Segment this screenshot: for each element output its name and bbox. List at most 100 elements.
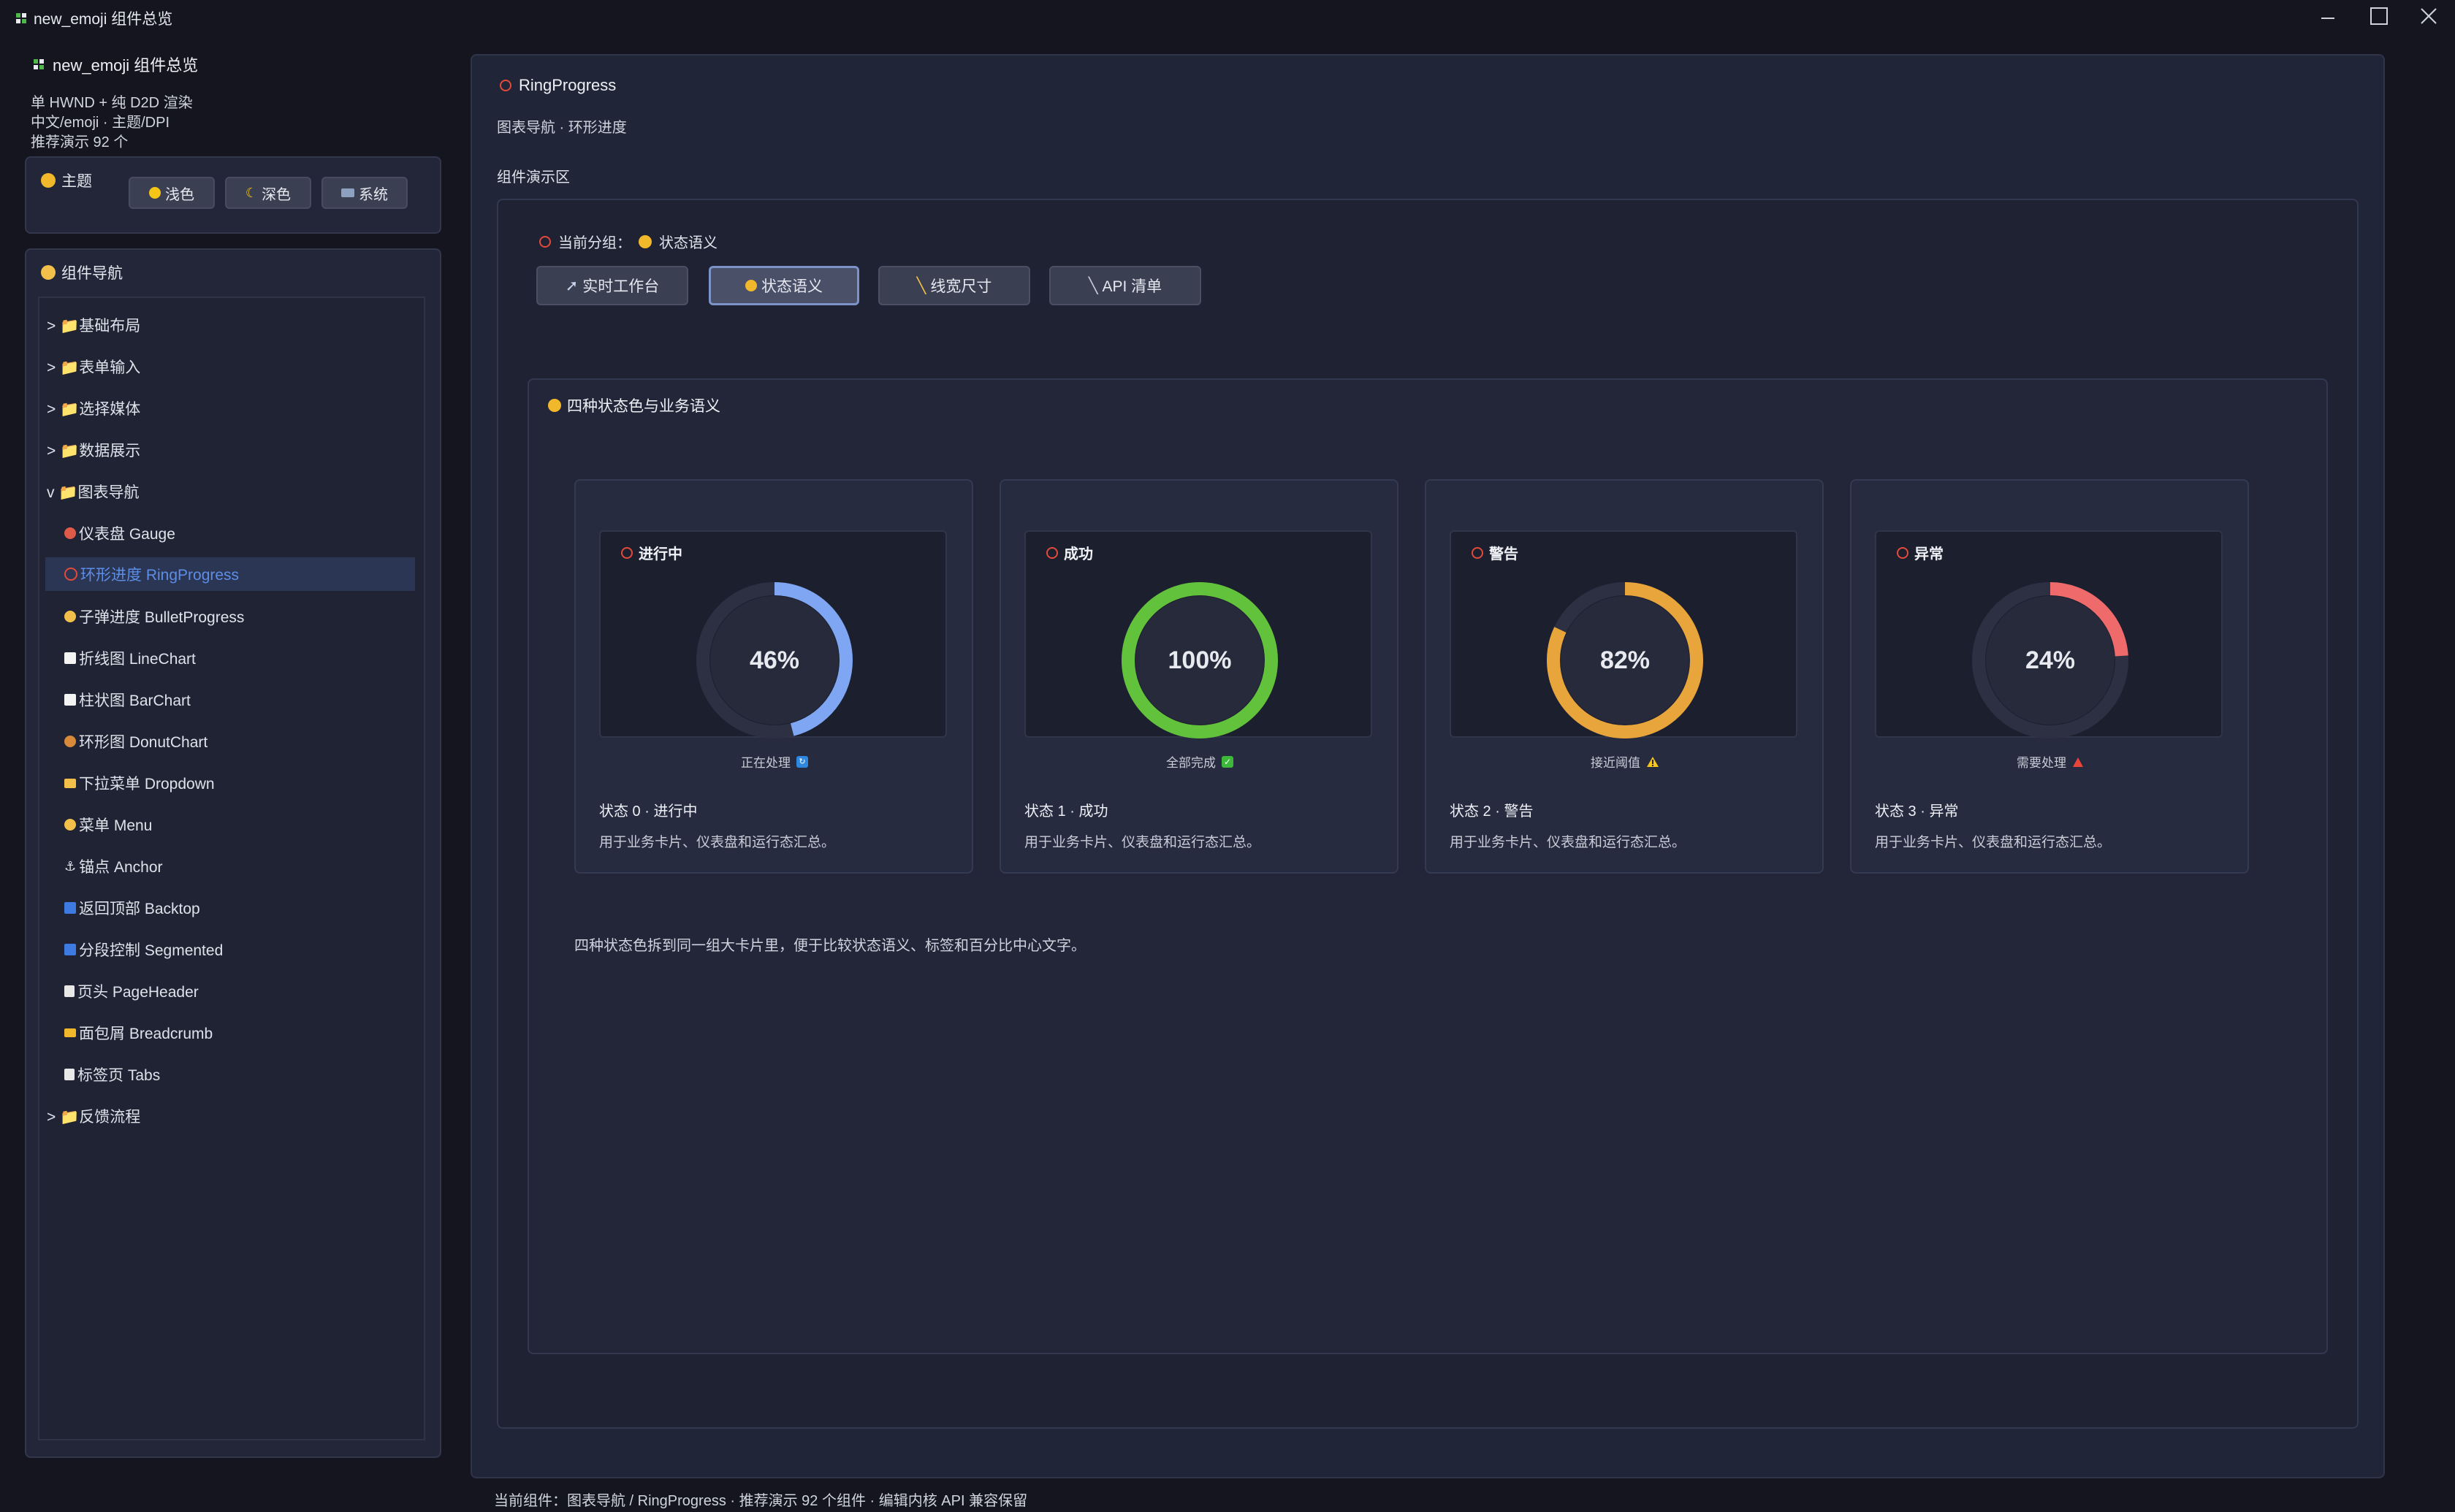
anchor-icon: ⚓ — [64, 858, 77, 874]
nav-item-gauge[interactable]: 仪表盘 Gauge — [64, 516, 175, 550]
ring-value: 100% — [1168, 646, 1232, 674]
status-card-progress: 进行中 46% 正在处理 ↻ 状态 0 · 进行中 用于业务卡片、仪表盘和运行态… — [574, 479, 973, 874]
tab-line-width[interactable]: ╲ 线宽尺寸 — [878, 266, 1030, 305]
nav-group-basic-layout[interactable]: > 📁基础布局 — [47, 308, 140, 342]
palette-icon — [548, 399, 561, 412]
nav-item-segmented[interactable]: 分段控制 Segmented — [64, 933, 223, 966]
minimize-button[interactable] — [2306, 3, 2350, 29]
theme-system-button[interactable]: 系统 — [321, 177, 408, 209]
nav-item-linechart[interactable]: 折线图 LineChart — [64, 641, 196, 675]
card-head-text: 成功 — [1064, 546, 1093, 562]
palette-icon — [41, 173, 56, 188]
compass-icon — [41, 265, 56, 280]
nav-group-feedback[interactable]: > 📁反馈流程 — [47, 1099, 140, 1133]
bread-icon — [64, 1028, 76, 1037]
nav-item-backtop[interactable]: 返回顶部 Backtop — [64, 891, 200, 925]
page-title-text: RingProgress — [519, 76, 617, 94]
state-panel-title: 四种状态色与业务语义 — [548, 394, 720, 416]
tab-live-workbench[interactable]: ➚ 实时工作台 — [536, 266, 688, 305]
line-chart-icon — [64, 652, 76, 664]
donut-icon — [64, 736, 76, 747]
close-button[interactable] — [2407, 3, 2451, 29]
laptop-icon — [341, 188, 354, 197]
card-desc: 用于业务卡片、仪表盘和运行态汇总。 — [1024, 835, 1261, 850]
card-desc: 用于业务卡片、仪表盘和运行态汇总。 — [599, 835, 836, 850]
tab-api-list[interactable]: ╲ API 清单 — [1049, 266, 1201, 305]
page-icon — [64, 985, 75, 997]
card-title: 状态 0 · 进行中 — [599, 803, 698, 820]
nav-label: > 📁选择媒体 — [47, 401, 141, 418]
rocket-icon: ➚ — [565, 277, 579, 294]
card-head: 异常 — [1897, 542, 1944, 563]
nav-item-breadcrumb[interactable]: 面包屑 Breadcrumb — [64, 1016, 213, 1050]
theme-label: 主题 — [41, 169, 92, 191]
nav-title: 组件导航 — [41, 261, 123, 283]
nav-label: v 📁图表导航 — [47, 484, 140, 501]
theme-dark-button[interactable]: ☾ 深色 — [225, 177, 311, 209]
ring-value: 82% — [1599, 646, 1651, 674]
ring-icon — [539, 235, 551, 248]
info-line: 单 HWND + 纯 D2D 渲染 — [31, 95, 193, 111]
ring-caption-text: 接近阈值 — [1591, 756, 1640, 770]
nav-item-barchart[interactable]: 柱状图 BarChart — [64, 683, 191, 717]
nav-label: 环形进度 RingProgress — [80, 567, 240, 584]
tab-state-semantics[interactable]: 状态语义 — [709, 266, 859, 305]
nav-group-selection-media[interactable]: > 📁选择媒体 — [47, 392, 140, 425]
sun-icon — [149, 187, 161, 199]
nav-group-chart-nav[interactable]: v 📁图表导航 — [47, 475, 139, 508]
status-footer: 当前组件：图表导航 / RingProgress · 推荐演示 92 个组件 ·… — [494, 1493, 1028, 1509]
ring-icon — [1472, 546, 1483, 559]
card-title: 状态 2 · 警告 — [1450, 803, 1534, 820]
nav-label: > 📁表单输入 — [47, 359, 141, 376]
ring-caption: 需要处理 — [1876, 752, 2224, 771]
group-label: 当前分组： 状态语义 — [539, 231, 718, 252]
ring-icon — [500, 80, 511, 91]
nav-item-dropdown[interactable]: 下拉菜单 Dropdown — [64, 766, 215, 800]
ring-caption: 正在处理 ↻ — [601, 752, 948, 771]
nav-label: > 📁数据展示 — [47, 443, 141, 459]
group-value: 状态语义 — [659, 235, 718, 251]
card-head: 成功 — [1046, 542, 1093, 563]
theme-dark-label: 深色 — [262, 186, 292, 203]
bar-chart-icon — [64, 694, 76, 706]
nav-item-anchor[interactable]: ⚓ 锚点 Anchor — [64, 849, 163, 883]
status-card-error: 异常 24% 需要处理 状态 3 · 异常 用于业务卡片、仪表盘和运行态汇总。 — [1850, 479, 2249, 874]
nav-label: 菜单 Menu — [79, 817, 153, 834]
status-card-success: 成功 100% 全部完成 ✓ 状态 1 · 成功 用于业务卡片、仪表盘和运行态汇… — [1000, 479, 1398, 874]
ring-icon — [1046, 546, 1058, 559]
ring-icon — [621, 546, 633, 559]
nav-item-menu[interactable]: 菜单 Menu — [64, 808, 152, 841]
shuffle-icon — [64, 944, 76, 955]
card-head-text: 异常 — [1914, 546, 1944, 562]
ring-icon — [64, 568, 77, 581]
warning-icon — [1647, 756, 1659, 767]
nav-item-donutchart[interactable]: 环形图 DonutChart — [64, 725, 208, 758]
wrench-icon: ╲ — [1088, 277, 1098, 294]
info-line: 推荐演示 92 个 — [31, 134, 129, 150]
card-head-text: 进行中 — [639, 546, 682, 562]
nav-group-data-display[interactable]: > 📁数据展示 — [47, 433, 140, 467]
theme-label-text: 主题 — [61, 173, 92, 190]
check-icon: ✓ — [1222, 755, 1233, 768]
nav-item-pageheader[interactable]: 页头 PageHeader — [64, 974, 199, 1008]
group-label-text: 当前分组： — [558, 235, 631, 251]
nav-item-ringprogress[interactable]: 环形进度 RingProgress — [45, 557, 415, 591]
nav-item-tabs[interactable]: 标签页 Tabs — [64, 1058, 160, 1091]
nav-label: 面包屑 Breadcrumb — [79, 1026, 213, 1042]
refresh-icon: ↻ — [796, 755, 808, 768]
card-title: 状态 1 · 成功 — [1024, 803, 1108, 820]
stopwatch-icon — [64, 611, 76, 622]
nav-label: 环形图 DonutChart — [79, 734, 208, 751]
tabs-icon — [64, 1069, 75, 1080]
card-head: 警告 — [1472, 542, 1518, 563]
maximize-icon — [2370, 7, 2388, 25]
tab-label: 线宽尺寸 — [930, 278, 992, 295]
theme-light-button[interactable]: 浅色 — [129, 177, 215, 209]
maximize-button[interactable] — [2357, 3, 2401, 29]
nav-title-text: 组件导航 — [61, 265, 123, 282]
nav-group-form-input[interactable]: > 📁表单输入 — [47, 350, 140, 383]
state-note: 四种状态色拆到同一组大卡片里，便于比较状态语义、标签和百分比中心文字。 — [574, 938, 1086, 954]
nav-item-bulletprogress[interactable]: 子弹进度 BulletProgress — [64, 600, 244, 633]
palette-icon — [745, 280, 757, 291]
card-head: 进行中 — [621, 542, 682, 563]
